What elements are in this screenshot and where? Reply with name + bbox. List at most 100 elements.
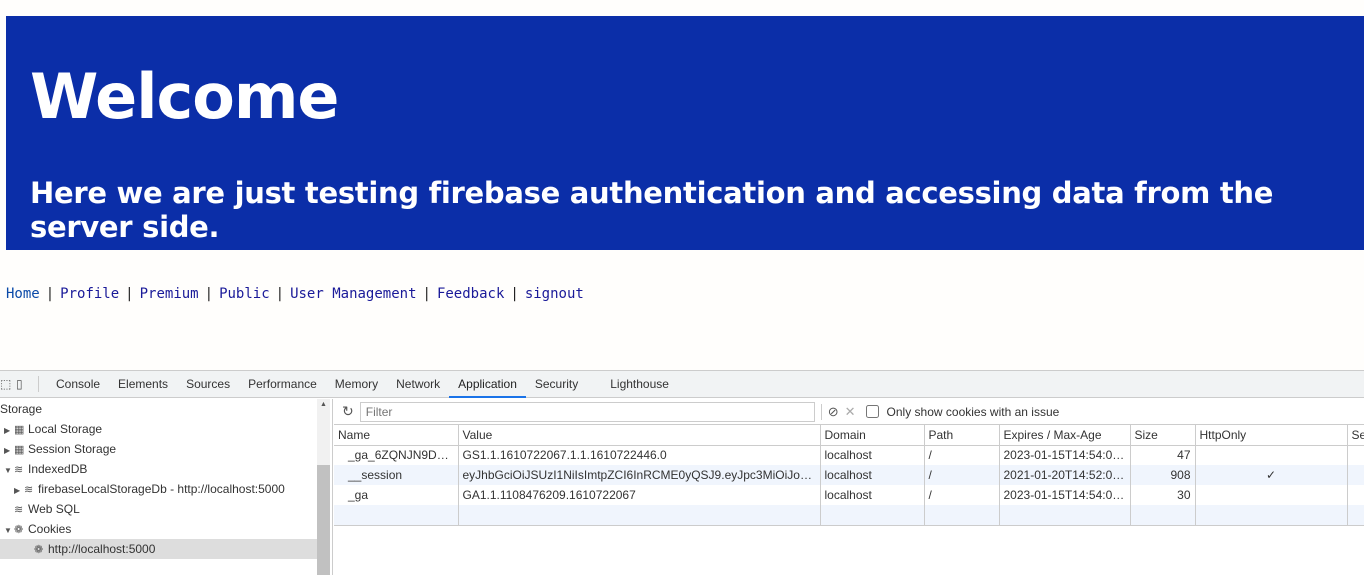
- cell-size: 47: [1130, 445, 1196, 465]
- tab-sources[interactable]: Sources: [177, 371, 239, 398]
- empty-cell: [1130, 505, 1196, 526]
- cookie-row[interactable]: _ga_6ZQNJN9DQC GS1.1.1610722067.1.1.16107…: [334, 445, 1364, 465]
- cookie-row[interactable]: __session eyJhbGciOiJSUzI1NiIsImtpZCI6InR…: [334, 465, 1364, 485]
- cell-name: __session: [334, 465, 459, 485]
- cookies-toolbar: ↻ ⊘ ✕ Only show cookies with an issue: [334, 399, 1364, 425]
- nav-separator: |: [422, 286, 431, 302]
- tab-lighthouse[interactable]: Lighthouse: [601, 371, 678, 398]
- cell-domain: localhost: [820, 445, 925, 465]
- sidebar-item-http-localhost-5000[interactable]: ❁ http://localhost:5000: [0, 539, 317, 559]
- empty-cell: [1347, 505, 1364, 526]
- sidebar-item-indexeddb[interactable]: ▼ ≋ IndexedDB: [0, 459, 317, 479]
- column-header-size[interactable]: Size: [1130, 425, 1196, 446]
- nav-link-user-management[interactable]: User Management: [290, 286, 416, 302]
- nav-link-home[interactable]: Home: [6, 286, 40, 302]
- tab-network[interactable]: Network: [387, 371, 449, 398]
- cell-size: 30: [1130, 485, 1196, 505]
- cookie-row[interactable]: _ga GA1.1.1108476209.1610722067 localhost /…: [334, 485, 1364, 505]
- cell-value: GS1.1.1610722067.1.1.1610722446.0: [458, 445, 821, 465]
- cookies-pane: ↻ ⊘ ✕ Only show cookies with an issue Na…: [334, 399, 1364, 575]
- database-icon: ≋: [14, 504, 24, 516]
- grid-icon: ▦: [14, 424, 25, 436]
- nav-separator: |: [510, 286, 519, 302]
- cell-httponly: [1195, 445, 1348, 465]
- column-header-domain[interactable]: Domain: [820, 425, 925, 446]
- cell-domain: localhost: [820, 485, 925, 505]
- column-header-httponly[interactable]: HttpOnly: [1195, 425, 1348, 446]
- nav-link-public[interactable]: Public: [219, 286, 270, 302]
- expand-arrow-icon[interactable]: ▶: [4, 441, 14, 461]
- nav-link-feedback[interactable]: Feedback: [437, 286, 504, 302]
- expand-arrow-icon[interactable]: ▼: [4, 521, 14, 541]
- cell-expires-max-age: 2021-01-20T14:52:06...: [999, 465, 1131, 485]
- storage-section-header: Storage: [0, 402, 43, 416]
- nav-separator: |: [125, 286, 134, 302]
- tab-memory[interactable]: Memory: [326, 371, 387, 398]
- tab-performance[interactable]: Performance: [239, 371, 326, 398]
- expand-arrow-icon[interactable]: ▼: [4, 461, 14, 481]
- sidebar-item-label: Web SQL: [28, 502, 80, 516]
- nav-separator: |: [45, 286, 55, 302]
- cell-name: _ga: [334, 485, 459, 505]
- empty-cell: [820, 505, 925, 526]
- tab-elements[interactable]: Elements: [109, 371, 177, 398]
- sidebar-item-label: Session Storage: [28, 442, 117, 456]
- tab-security[interactable]: Security: [526, 371, 587, 398]
- only-issues-checkbox[interactable]: [865, 405, 879, 418]
- sidebar-item-label: Local Storage: [28, 422, 103, 436]
- sidebar-item-session-storage[interactable]: ▶ ▦ Session Storage: [0, 439, 317, 459]
- cell-value: GA1.1.1108476209.1610722067: [458, 485, 821, 505]
- sidebar-item-label: http://localhost:5000: [48, 542, 156, 556]
- cell-domain: localhost: [820, 465, 925, 485]
- cell-path: /: [924, 485, 1000, 505]
- devtools-tabbar: ⬚ ▯ Console Elements Sources Performance Mem…: [0, 371, 1364, 398]
- devtools-panel: ⬚ ▯ Console Elements Sources Performance Mem…: [0, 370, 1364, 575]
- column-header-path[interactable]: Path: [924, 425, 1000, 446]
- cell-httponly: ✓: [1195, 465, 1348, 485]
- empty-cell: [924, 505, 1000, 526]
- device-toolbar-icon[interactable]: ▯: [16, 377, 38, 391]
- database-icon: ≋: [24, 484, 34, 496]
- nav-link-signout[interactable]: signout: [525, 286, 584, 302]
- sidebar-item-web-sql[interactable]: ≋ Web SQL: [0, 499, 317, 519]
- cookies-table: Name Value Domain Path Expires / Max-Age Size…: [334, 425, 1364, 526]
- database-icon: ≋: [14, 464, 24, 476]
- cell-se: [1347, 445, 1364, 465]
- nav-separator: |: [275, 286, 285, 302]
- sidebar-item-label: firebaseLocalStorageDb - http://localhos…: [38, 482, 285, 496]
- divider: [820, 403, 822, 420]
- sidebar-item-firebaselocalstoragedb-http-localhost-5000[interactable]: ▶ ≋ firebaseLocalStorageDb - http://localh…: [0, 479, 317, 499]
- cookie-icon: ❁: [14, 524, 24, 536]
- inspect-element-icon[interactable]: ⬚: [0, 377, 16, 391]
- column-header-se[interactable]: Se: [1347, 425, 1364, 446]
- sidebar-item-cookies[interactable]: ▼ ❁ Cookies: [0, 519, 317, 539]
- delete-selected-icon[interactable]: ✕: [845, 404, 856, 420]
- divider: [38, 376, 39, 392]
- cell-size: 908: [1130, 465, 1196, 485]
- refresh-icon[interactable]: ↻: [342, 403, 354, 420]
- nav-link-premium[interactable]: Premium: [140, 286, 199, 302]
- expand-arrow-icon[interactable]: ▶: [14, 481, 24, 501]
- tab-application[interactable]: Application: [449, 371, 526, 398]
- tab-console[interactable]: Console: [47, 371, 109, 398]
- cell-name: _ga_6ZQNJN9DQC: [334, 445, 459, 465]
- cell-path: /: [924, 465, 1000, 485]
- application-sidebar: Storage ▶ ▦ Local Storage ▶ ▦ Session Storage…: [0, 399, 333, 575]
- page-title: Welcome: [30, 60, 339, 133]
- empty-cell: [458, 505, 821, 526]
- cell-expires-max-age: 2023-01-15T14:54:06...: [999, 445, 1131, 465]
- empty-cell: [999, 505, 1131, 526]
- filter-input[interactable]: [359, 401, 815, 422]
- empty-row: [334, 505, 1364, 526]
- clear-all-icon[interactable]: ⊘: [828, 404, 839, 420]
- nav-link-profile[interactable]: Profile: [60, 286, 119, 302]
- column-header-value[interactable]: Value: [458, 425, 821, 446]
- empty-cell: [334, 505, 459, 526]
- expand-arrow-icon[interactable]: ▶: [4, 421, 14, 441]
- cell-se: [1347, 485, 1364, 505]
- column-header-expires-max-age[interactable]: Expires / Max-Age: [999, 425, 1131, 446]
- sidebar-item-local-storage[interactable]: ▶ ▦ Local Storage: [0, 419, 317, 439]
- sidebar-scrollbar[interactable]: ▲: [317, 399, 330, 575]
- column-header-name[interactable]: Name: [334, 425, 459, 446]
- grid-icon: ▦: [14, 444, 25, 456]
